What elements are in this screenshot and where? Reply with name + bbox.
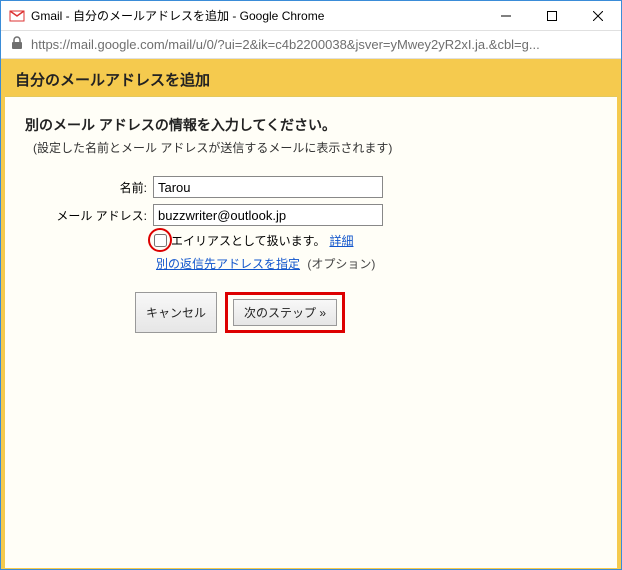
alias-label: エイリアスとして扱います。: [171, 232, 325, 249]
replyto-link[interactable]: 別の返信先アドレスを指定: [156, 257, 300, 271]
form-panel: 別のメール アドレスの情報を入力してください。 (設定した名前とメール アドレス…: [5, 96, 617, 568]
cancel-button[interactable]: キャンセル: [135, 292, 217, 333]
alias-detail-link[interactable]: 詳細: [329, 232, 353, 249]
email-label: メール アドレス:: [25, 207, 153, 224]
alias-checkbox[interactable]: [154, 234, 167, 247]
button-row: キャンセル 次のステップ »: [135, 292, 597, 333]
page-content: 自分のメールアドレスを追加 別のメール アドレスの情報を入力してください。 (設…: [1, 59, 621, 569]
gmail-icon: [9, 8, 25, 24]
name-row: 名前:: [25, 176, 597, 198]
lock-icon: [11, 36, 23, 53]
page-title: 自分のメールアドレスを追加: [15, 69, 607, 90]
next-step-button[interactable]: 次のステップ »: [233, 299, 337, 326]
annotation-next-highlight: 次のステップ »: [225, 292, 345, 333]
titlebar: Gmail - 自分のメールアドレスを追加 - Google Chrome: [1, 1, 621, 31]
close-button[interactable]: [575, 1, 621, 31]
window-title: Gmail - 自分のメールアドレスを追加 - Google Chrome: [31, 7, 483, 24]
address-text: https://mail.google.com/mail/u/0/?ui=2&i…: [31, 37, 540, 52]
form-subheading: (設定した名前とメール アドレスが送信するメールに表示されます): [33, 139, 597, 156]
replyto-optional: (オプション): [307, 257, 375, 271]
maximize-button[interactable]: [529, 1, 575, 31]
name-label: 名前:: [25, 179, 153, 196]
address-bar[interactable]: https://mail.google.com/mail/u/0/?ui=2&i…: [1, 31, 621, 59]
minimize-button[interactable]: [483, 1, 529, 31]
alias-row: エイリアスとして扱います。 詳細: [154, 232, 597, 249]
form-heading: 別のメール アドレスの情報を入力してください。: [25, 115, 597, 135]
window-controls: [483, 1, 621, 31]
email-input[interactable]: [153, 204, 383, 226]
replyto-row: 別の返信先アドレスを指定 (オプション): [156, 255, 597, 272]
page-header: 自分のメールアドレスを追加: [5, 63, 617, 96]
email-row: メール アドレス:: [25, 204, 597, 226]
chrome-window: Gmail - 自分のメールアドレスを追加 - Google Chrome ht…: [0, 0, 622, 570]
name-input[interactable]: [153, 176, 383, 198]
